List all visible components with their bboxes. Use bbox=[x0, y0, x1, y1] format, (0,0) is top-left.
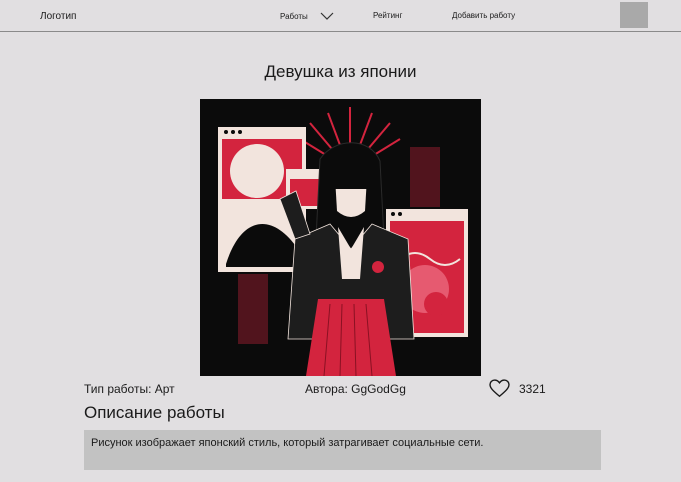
nav-add-work-link[interactable]: Добавить работу bbox=[452, 11, 515, 20]
artwork-image[interactable] bbox=[200, 99, 481, 376]
chevron-down-icon bbox=[320, 12, 334, 20]
artwork-title: Девушка из японии bbox=[264, 62, 417, 81]
work-type-label: Тип работы: Арт bbox=[84, 382, 175, 396]
page: Логотип Работы Рейтинг Добавить работу Д… bbox=[0, 0, 681, 482]
description-heading: Описание работы bbox=[84, 403, 225, 422]
author-label[interactable]: Автора: GgGodGg bbox=[305, 382, 406, 396]
artwork-illustration bbox=[200, 99, 481, 376]
logo[interactable]: Логотип bbox=[40, 11, 76, 22]
top-navigation-bar: Логотип Работы Рейтинг Добавить работу bbox=[0, 0, 681, 32]
nav-rating-link[interactable]: Рейтинг bbox=[373, 11, 402, 20]
description-box: Рисунок изображает японский стиль, котор… bbox=[84, 430, 601, 470]
likes-count: 3321 bbox=[519, 382, 546, 396]
nav-works-label: Работы bbox=[280, 11, 308, 21]
nav-works-dropdown[interactable]: Работы bbox=[280, 11, 334, 21]
heart-icon[interactable] bbox=[489, 379, 510, 398]
avatar[interactable] bbox=[620, 2, 648, 28]
description-text: Рисунок изображает японский стиль, котор… bbox=[91, 437, 484, 449]
